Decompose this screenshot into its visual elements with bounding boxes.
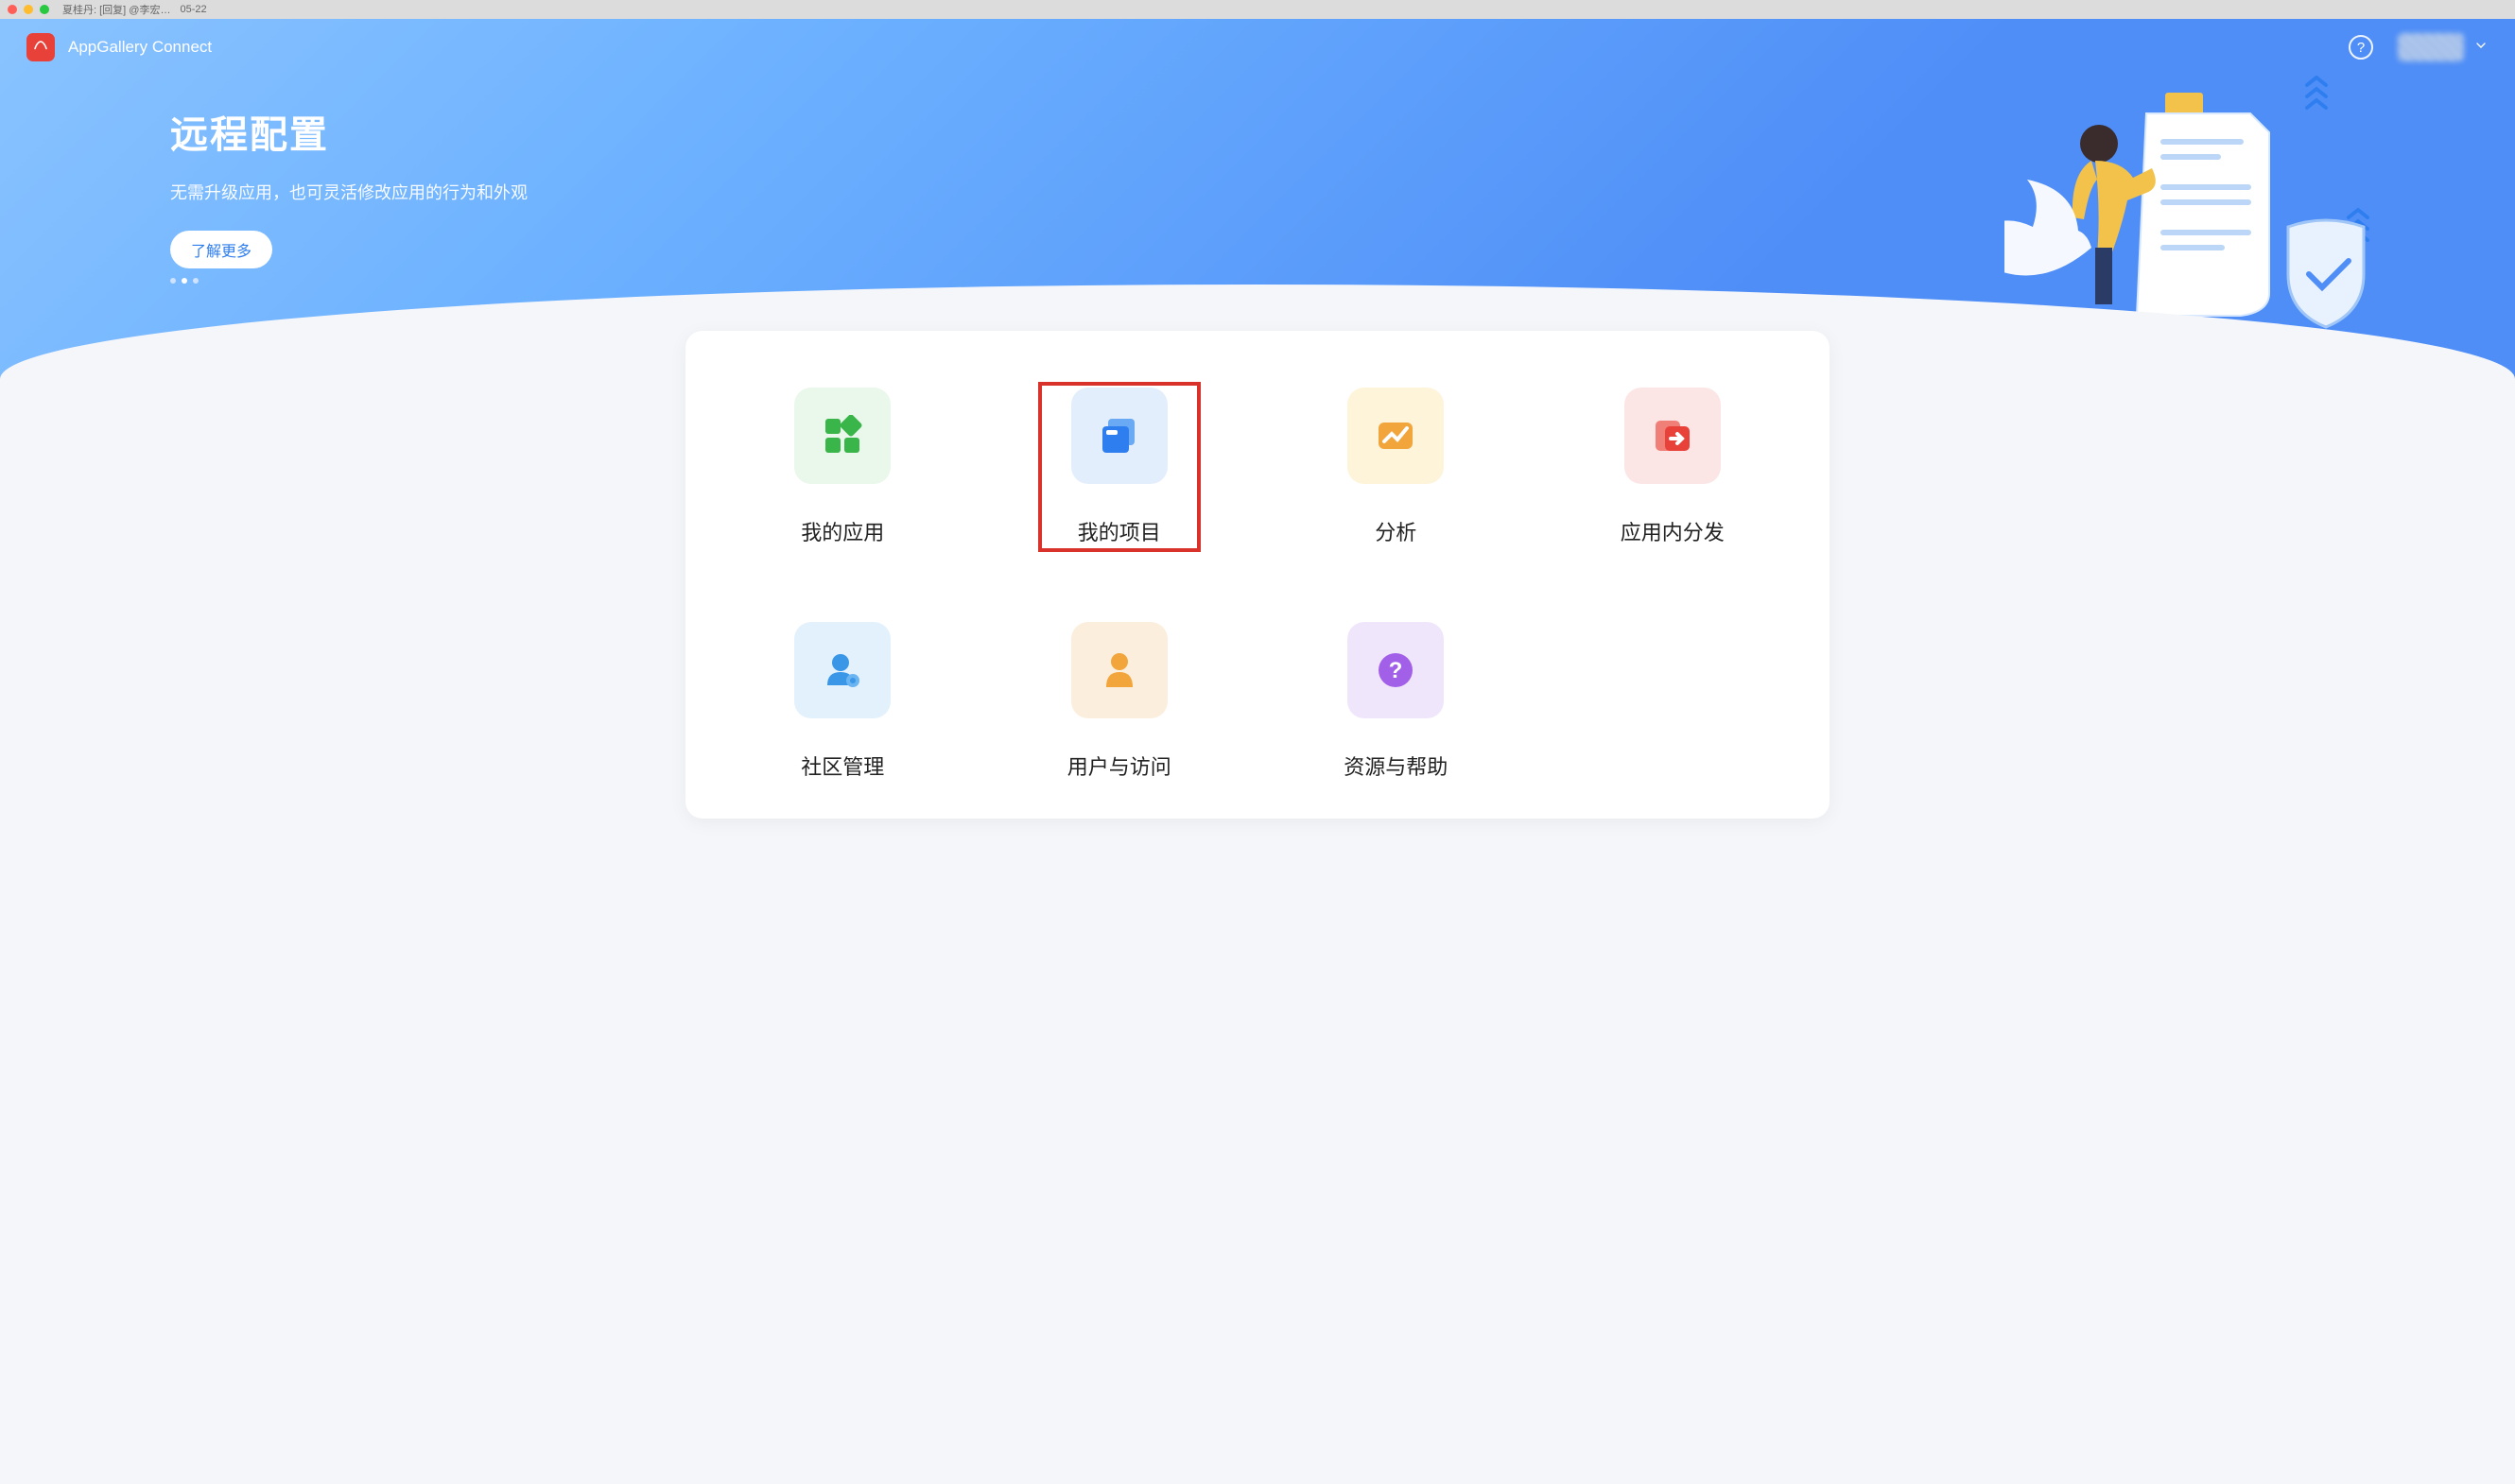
tile-label: 用户与访问 [1067,751,1171,781]
help-icon[interactable]: ? [2349,35,2373,60]
main-panel: 我的应用 我的项目 分析 应用内分发社区管理 用户与访问 资源与帮助 [685,331,1830,819]
hero-title: 远程配置 [170,104,2345,159]
tile-label: 资源与帮助 [1344,751,1448,781]
close-icon[interactable] [8,5,17,14]
help-icon [1347,622,1444,718]
tile-grid: 我的应用 我的项目 分析 应用内分发社区管理 用户与访问 资源与帮助 [723,388,1792,781]
tile-in-app-dist[interactable]: 应用内分发 [1597,388,1748,546]
os-titlebar: 夏桂丹: [回复] @李宏… 05-22 [0,0,2515,19]
tile-label: 我的应用 [801,516,884,546]
projects-icon [1071,388,1168,484]
user-menu[interactable] [2398,33,2489,61]
apps-icon [794,388,891,484]
tile-analytics[interactable]: 分析 [1320,388,1471,546]
brand-title: AppGallery Connect [68,38,212,57]
top-navbar: AppGallery Connect ? [0,19,2515,76]
hero-mini-dots [170,278,2345,284]
user-icon [1071,622,1168,718]
minimize-icon[interactable] [24,5,33,14]
dist-icon [1624,388,1721,484]
analytics-icon [1347,388,1444,484]
tile-my-apps[interactable]: 我的应用 [767,388,918,546]
chevron-down-icon [2473,38,2489,58]
carousel-indicator[interactable] [1224,302,1291,306]
browser-tab-label: 夏桂丹: [回复] @李宏… [62,2,170,17]
tile-label: 应用内分发 [1621,516,1725,546]
mac-traffic-lights [8,5,49,14]
tile-label: 分析 [1375,516,1416,546]
tile-resources-help[interactable]: 资源与帮助 [1320,622,1471,781]
browser-tab-date: 05-22 [180,4,206,15]
tile-users-access[interactable]: 用户与访问 [1044,622,1195,781]
learn-more-button[interactable]: 了解更多 [170,231,272,268]
tile-label: 社区管理 [801,751,884,781]
user-avatar-blurred [2398,33,2464,61]
tile-community[interactable]: 社区管理 [767,622,918,781]
hero-subtitle: 无需升级应用，也可灵活修改应用的行为和外观 [170,180,2345,204]
tile-my-projects[interactable]: 我的项目 [1044,388,1195,546]
community-icon [794,622,891,718]
maximize-icon[interactable] [40,5,49,14]
huawei-logo-icon [26,33,55,61]
tile-label: 我的项目 [1078,516,1161,546]
